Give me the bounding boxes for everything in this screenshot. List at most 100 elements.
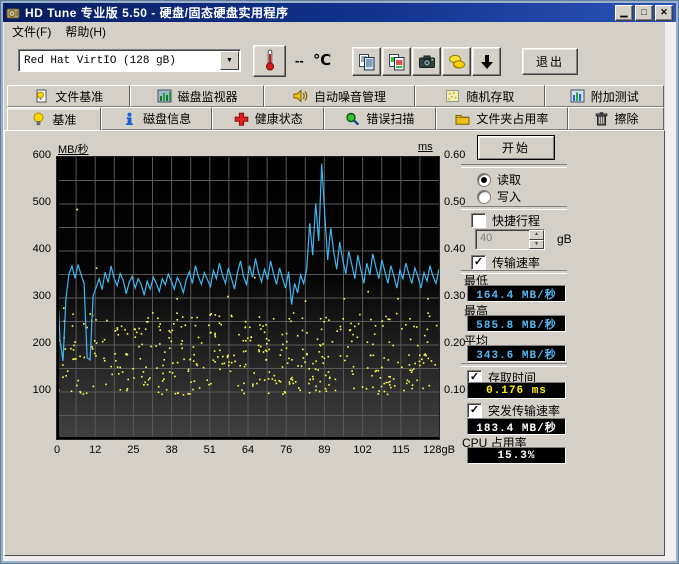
menu-item-help[interactable]: 帮助(H) [58,24,113,40]
screenshot-button[interactable] [412,47,441,76]
x-axis-tick: 115 [392,444,410,456]
tab-erase[interactable]: 擦除 [568,107,664,130]
register-button[interactable] [442,47,471,76]
read-radio[interactable]: 读取 [477,171,521,188]
tab-health[interactable]: 健康状态 [212,107,324,130]
tab-label: 磁盘信息 [143,110,191,127]
minimize-button[interactable]: ▁ [615,5,633,21]
menu-item-file[interactable]: 文件(F) [5,24,58,40]
copy-icon [358,53,376,71]
exit-button-label: 退出 [536,53,564,70]
temperature-button[interactable] [253,45,286,77]
short-stroke-unit: gB [557,232,572,246]
trash-icon [594,112,609,126]
x-axis-tick: 38 [165,444,177,456]
x-axis-tick: 64 [242,444,254,456]
coins-icon [448,53,466,71]
separator [461,164,567,168]
tab-extra-tests[interactable]: 附加测试 [545,85,664,107]
right-axis-unit: ms [418,141,433,153]
title-bar[interactable]: HD Tune 专业版 5.50 - 硬盘/固态硬盘实用程序 ▁□✕ [3,3,676,22]
write-radio-label: 写入 [497,188,521,205]
access-time-value: 0.176 ms [467,382,566,399]
burst-rate-checkbox[interactable]: ✓ 突发传输速率 [467,402,560,419]
tab-row-primary: 基准 磁盘信息 健康状态 错误扫描 文件夹占用率 擦除 [7,107,664,130]
spinner-down-icon[interactable]: ▼ [529,240,544,250]
x-axis-tick: 128gB [423,444,455,456]
copy-image-button[interactable] [382,47,411,76]
tab-benchmark[interactable]: 基准 [7,107,101,130]
exit-button[interactable]: 退出 [522,48,578,75]
separator [461,206,567,210]
tab-error-scan[interactable]: 错误扫描 [324,107,436,130]
drive-select[interactable]: Red Hat VirtIO (128 gB) ▼ [18,49,241,72]
tab-label: 健康状态 [255,110,303,127]
x-axis-tick: 89 [318,444,330,456]
short-stroke-checkbox[interactable]: 快捷行程 [471,212,540,229]
random-access-icon [445,89,460,103]
transfer-rate-label: 传输速率 [492,254,540,271]
short-stroke-label: 快捷行程 [492,212,540,229]
radio-unselected-icon [477,190,491,204]
x-axis-tick: 0 [54,444,60,456]
speaker-icon [293,89,308,103]
monitor-chart-icon [157,89,172,103]
menu-bar: 文件(F)帮助(H) [4,22,665,40]
x-axis-tick: 76 [280,444,292,456]
maximize-button[interactable]: □ [635,5,653,21]
bulb-icon [31,112,46,126]
tab-label: 错误扫描 [366,110,414,127]
left-axis-tick: 200 [23,337,51,349]
start-button[interactable]: 开始 [477,135,555,160]
folder-icon [455,112,470,126]
thermometer-icon [263,49,277,74]
tab-disk-monitor[interactable]: 磁盘监视器 [130,85,263,107]
checkbox-checked-icon: ✓ [467,403,482,418]
chevron-down-icon[interactable]: ▼ [220,51,239,70]
left-axis-tick: 300 [23,290,51,302]
tab-random-access[interactable]: 随机存取 [415,85,544,107]
page-bulb-icon [34,89,49,103]
benchmark-panel: MB/秒 ms 6005004003002001000.600.500.400.… [4,130,665,556]
start-button-label: 开始 [502,139,530,156]
short-stroke-size-value: 40 [476,230,529,249]
left-axis-tick: 400 [23,243,51,255]
cpu-usage-value: 15.3% [467,447,566,464]
min-value: 164.4 MB/秒 [467,285,566,302]
left-axis-tick: 100 [23,384,51,396]
x-axis-tick: 25 [127,444,139,456]
spinner-up-icon[interactable]: ▲ [529,230,544,240]
tab-aam[interactable]: 自动噪音管理 [264,85,415,107]
tab-disk-info[interactable]: 磁盘信息 [101,107,213,130]
short-stroke-size-spinner[interactable]: 40 ▲▼ [475,229,545,250]
info-icon [122,112,137,126]
magnifier-icon [345,112,360,126]
tab-label: 附加测试 [591,88,639,105]
left-axis-tick: 600 [23,149,51,161]
download-icon [478,53,496,71]
drive-select-value: Red Hat VirtIO (128 gB) [19,55,220,67]
x-axis-tick: 51 [204,444,216,456]
tab-file-benchmark[interactable]: 文件基准 [7,85,130,107]
separator [461,363,567,367]
app-window: HD Tune 专业版 5.50 - 硬盘/固态硬盘实用程序 ▁□✕ 文件(F)… [0,0,679,564]
write-radio[interactable]: 写入 [477,188,521,205]
left-axis-tick: 500 [23,196,51,208]
copy-text-button[interactable] [352,47,381,76]
max-value: 585.8 MB/秒 [467,315,566,332]
camera-icon [418,53,436,71]
x-axis-tick: 12 [89,444,101,456]
tab-label: 自动噪音管理 [314,88,386,105]
health-icon [234,112,249,126]
radio-selected-icon [477,173,491,187]
tab-row-secondary: 文件基准磁盘监视器 自动噪音管理 随机存取 附加测试 [7,85,664,107]
tab-control: 文件基准磁盘监视器 自动噪音管理 随机存取 附加测试 基准 磁盘信息 健康状态 错误扫描 文件… [4,84,665,130]
extra-tests-icon [570,89,585,103]
tab-label: 文件夹占用率 [476,110,548,127]
x-axis-tick: 102 [353,444,371,456]
save-button[interactable] [472,47,501,76]
transfer-rate-checkbox[interactable]: ✓ 传输速率 [471,254,540,271]
close-button[interactable]: ✕ [655,5,673,21]
left-axis-unit: MB/秒 [58,141,89,157]
tab-folder-usage[interactable]: 文件夹占用率 [436,107,568,130]
